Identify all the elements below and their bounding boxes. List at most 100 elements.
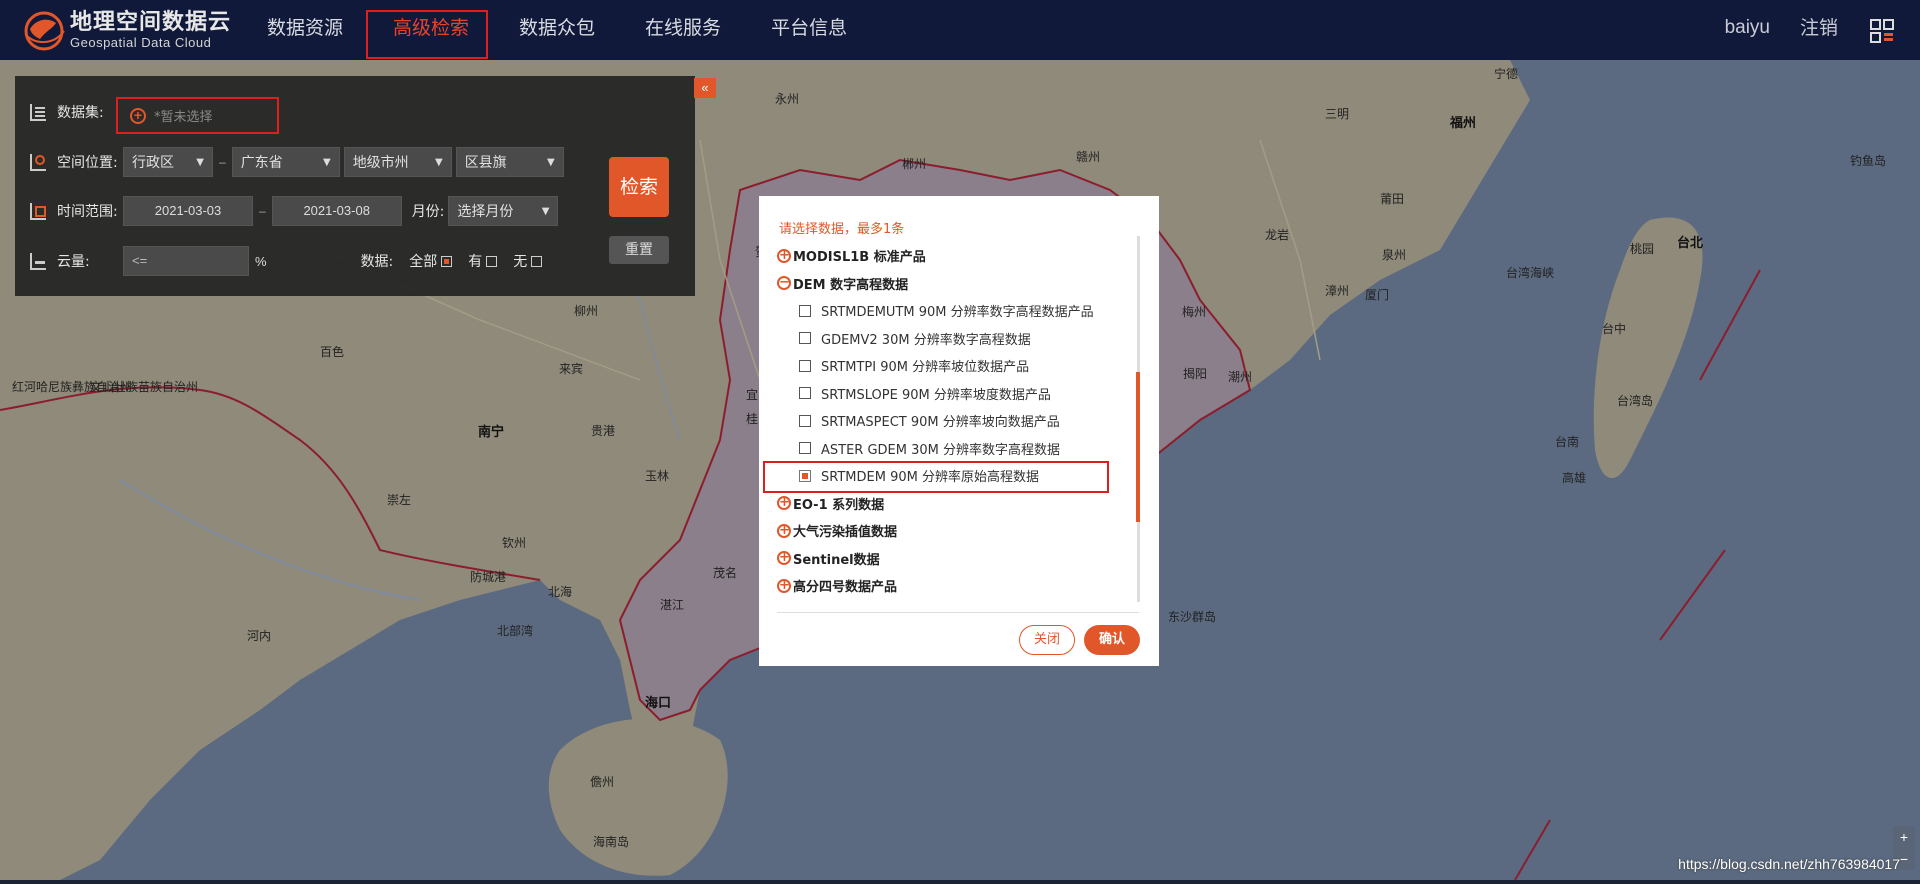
tree-leaf-srtmslope[interactable]: SRTMSLOPE 90M 分辨率坡度数据产品 [777, 380, 1117, 408]
annotation-highlight-selection [763, 461, 1109, 493]
time-label: 时间范围: [57, 204, 118, 220]
cloud-input[interactable]: <= [123, 246, 249, 276]
zoom-in-button[interactable]: + [1893, 826, 1915, 848]
option-has-label: 有 [468, 254, 483, 270]
map-label: 莆田 [1380, 192, 1405, 206]
map-label: 崇左 [387, 493, 412, 507]
checkbox[interactable] [799, 304, 811, 317]
county-value: 区县旗 [464, 155, 507, 171]
map-label: 来宾 [559, 362, 584, 376]
dataset-select-dialog: 请选择数据，最多1条 + MODISL1B 标准产品 − DEM 数字高程数据 SR… [759, 196, 1159, 666]
map-label: 桂 [746, 412, 759, 426]
location-label: 空间位置: [57, 155, 118, 171]
nav-online-service[interactable]: 在线服务 [630, 0, 736, 60]
collapse-panel-button[interactable]: « [694, 78, 716, 98]
checkbox[interactable] [799, 387, 811, 400]
month-label: 月份: [411, 204, 445, 220]
dataset-selector[interactable]: + *暂未选择 [116, 97, 279, 134]
region-type-value: 行政区 [132, 155, 174, 171]
map-label: 海口 [645, 696, 672, 711]
tree-node-gf4[interactable]: + 高分四号数据产品 [777, 572, 1117, 600]
expand-plus-icon[interactable]: + [777, 496, 791, 511]
map-label: 龙岩 [1265, 228, 1290, 242]
map-label: 宁德 [1494, 67, 1519, 81]
tree-node-air-pollution[interactable]: + 大气污染插值数据 [777, 517, 1117, 545]
tree-leaf-label: SRTMDEMUTM 90M 分辨率数字高程数据产品 [821, 305, 1094, 321]
tree-node-dem[interactable]: − DEM 数字高程数据 [777, 270, 1117, 298]
caret-down-icon: ▼ [546, 156, 555, 168]
province-select[interactable]: 广东省 ▼ [231, 147, 340, 177]
option-none-label: 无 [513, 254, 528, 270]
nav-platform-info[interactable]: 平台信息 [756, 0, 862, 60]
qr-grid-icon[interactable] [1870, 19, 1894, 43]
confirm-button[interactable]: 确认 [1084, 625, 1140, 655]
nav-data-crowdsource[interactable]: 数据众包 [504, 0, 610, 60]
map-label: 永州 [775, 92, 800, 106]
map-label: 漳州 [1325, 284, 1350, 298]
expand-plus-icon[interactable]: + [777, 523, 791, 538]
user-name-link[interactable]: baiyu [1725, 0, 1770, 56]
option-all-checkbox[interactable] [441, 255, 453, 267]
tree-leaf-srtmaspect[interactable]: SRTMASPECT 90M 分辨率坡向数据产品 [777, 407, 1117, 435]
map-label: 郴州 [902, 157, 927, 171]
site-logo[interactable]: 地理空间数据云 Geospatial Data Cloud [22, 8, 232, 54]
expand-plus-icon[interactable]: + [777, 551, 791, 566]
map-label: 钓鱼岛 [1850, 154, 1887, 168]
tree-node-sentinel[interactable]: + Sentinel数据 [777, 545, 1117, 573]
close-button[interactable]: 关闭 [1019, 625, 1075, 655]
county-select[interactable]: 区县旗 ▼ [455, 147, 564, 177]
tree-leaf-srtmdemutm[interactable]: SRTMDEMUTM 90M 分辨率数字高程数据产品 [777, 297, 1117, 325]
map-label: 南宁 [478, 425, 505, 440]
expand-plus-icon[interactable]: + [777, 248, 791, 263]
tree-node-label: 大气污染插值数据 [793, 525, 898, 541]
nav-data-resources[interactable]: 数据资源 [252, 0, 358, 60]
tree-node-modis[interactable]: + MODISL1B 标准产品 [777, 242, 1117, 270]
map-label: 高雄 [1562, 471, 1587, 485]
month-value: 选择月份 [457, 204, 514, 220]
option-has-checkbox[interactable] [486, 255, 498, 267]
collapse-minus-icon[interactable]: − [777, 276, 791, 291]
tree-leaf-gdemv2[interactable]: GDEMV2 30M 分辨率数字高程数据 [777, 325, 1117, 353]
checkbox[interactable] [799, 442, 811, 455]
option-all-label: 全部 [409, 254, 438, 270]
month-select[interactable]: 选择月份 ▼ [448, 196, 559, 226]
dataset-row: 数据集: [29, 96, 123, 128]
map-label: 北部湾 [497, 624, 534, 638]
end-date-input[interactable]: 2021-03-08 [271, 196, 402, 226]
tree-leaf-label: SRTMTPI 90M 分辨率坡位数据产品 [821, 360, 1030, 376]
map-label: 百色 [320, 345, 345, 359]
region-type-select[interactable]: 行政区 ▼ [123, 147, 213, 177]
map-label: 文山壮族苗族自治州 [90, 380, 199, 394]
map-label: 梅州 [1182, 305, 1207, 319]
map-label: 台湾岛 [1617, 394, 1654, 408]
globe-logo-icon [22, 9, 66, 53]
tree-leaf-label: SRTMASPECT 90M 分辨率坡向数据产品 [821, 415, 1060, 431]
city-value: 地级市州 [352, 155, 409, 171]
expand-plus-icon[interactable]: + [777, 578, 791, 593]
scrollbar-thumb[interactable] [1136, 372, 1140, 522]
dialog-hint: 请选择数据，最多1条 [779, 222, 905, 237]
separator: – [219, 155, 226, 169]
logout-link[interactable]: 注销 [1800, 0, 1838, 56]
option-none-checkbox[interactable] [531, 255, 543, 267]
province-value: 广东省 [240, 155, 283, 171]
map-label: 桃园 [1630, 242, 1655, 256]
tree-leaf-srtmtpi[interactable]: SRTMTPI 90M 分辨率坡位数据产品 [777, 352, 1117, 380]
map-label: 福州 [1450, 116, 1477, 131]
tree-node-label: DEM 数字高程数据 [793, 277, 909, 293]
caret-down-icon: ▼ [196, 156, 204, 168]
reset-button[interactable]: 重置 [609, 236, 669, 264]
map-label: 赣州 [1076, 150, 1101, 164]
search-button[interactable]: 检索 [609, 157, 669, 217]
checkbox[interactable] [799, 332, 811, 345]
location-pin-icon [29, 153, 47, 171]
checkbox[interactable] [799, 359, 811, 372]
tree-node-eo1[interactable]: + EO-1 系列数据 [777, 490, 1117, 518]
search-panel: 数据集: + *暂未选择 空间位置: 行政区 ▼ – 广东省 ▼ 地级市州 ▼ 区县旗… [15, 76, 695, 296]
city-select[interactable]: 地级市州 ▼ [343, 147, 452, 177]
map-label: 湛江 [660, 598, 685, 612]
tree-leaf-aster-gdem[interactable]: ASTER GDEM 30M 分辨率数字高程数据 [777, 435, 1117, 463]
start-date-input[interactable]: 2021-03-03 [123, 196, 253, 226]
checkbox[interactable] [799, 414, 811, 427]
map-label: 柳州 [574, 304, 599, 318]
